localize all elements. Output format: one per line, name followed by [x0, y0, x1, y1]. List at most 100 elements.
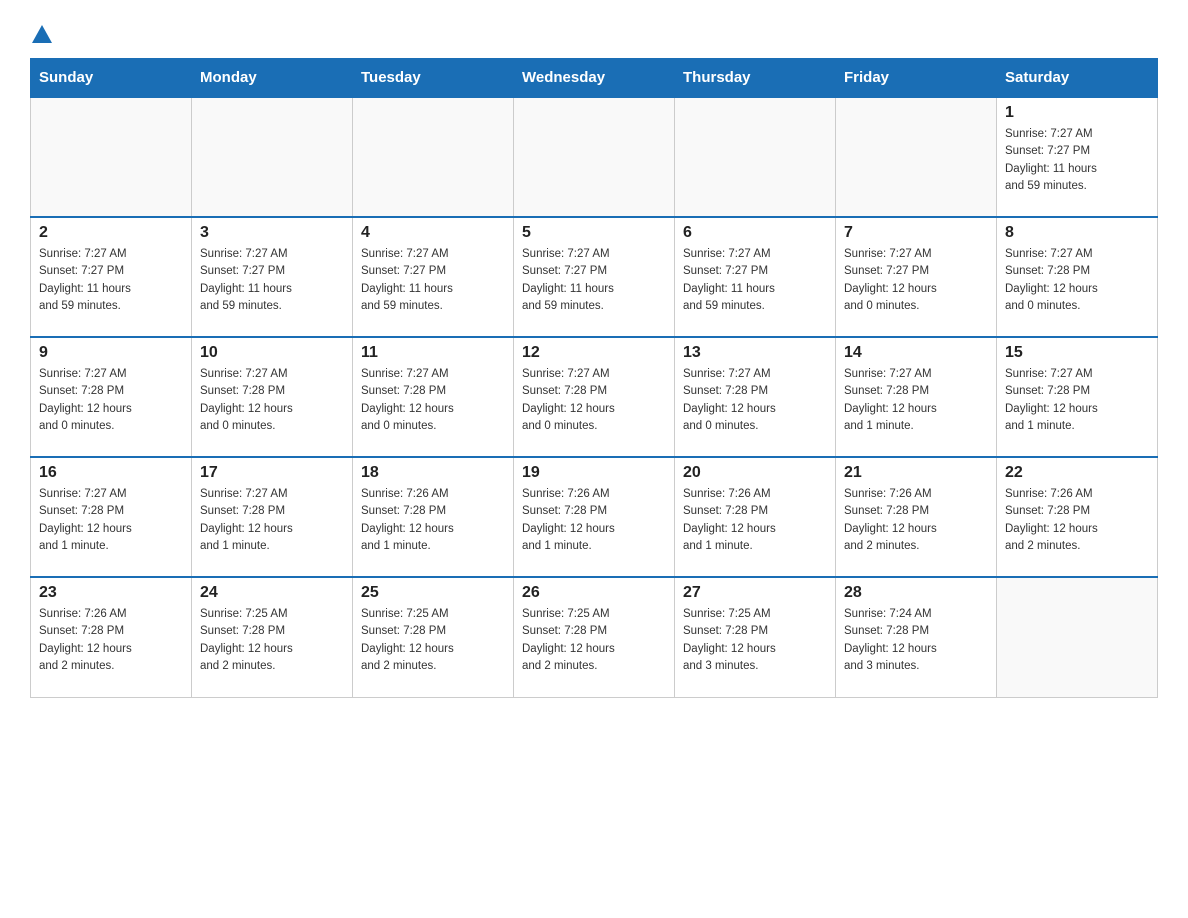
day-info: Sunrise: 7:27 AM Sunset: 7:28 PM Dayligh…	[39, 486, 183, 555]
day-info: Sunrise: 7:25 AM Sunset: 7:28 PM Dayligh…	[683, 606, 827, 675]
calendar-cell: 23 Sunrise: 7:26 AM Sunset: 7:28 PM Dayli…	[31, 577, 192, 697]
calendar-cell: 22 Sunrise: 7:26 AM Sunset: 7:28 PM Dayli…	[997, 457, 1158, 577]
day-number: 13	[683, 344, 827, 362]
day-number: 8	[1005, 224, 1149, 242]
calendar-cell	[997, 577, 1158, 697]
calendar-cell: 4 Sunrise: 7:27 AM Sunset: 7:27 PM Daylig…	[353, 217, 514, 337]
logo	[30, 20, 52, 48]
column-header-tuesday: Tuesday	[353, 59, 514, 98]
calendar-cell	[514, 97, 675, 217]
day-info: Sunrise: 7:25 AM Sunset: 7:28 PM Dayligh…	[361, 606, 505, 675]
day-info: Sunrise: 7:25 AM Sunset: 7:28 PM Dayligh…	[522, 606, 666, 675]
calendar-cell: 12 Sunrise: 7:27 AM Sunset: 7:28 PM Dayli…	[514, 337, 675, 457]
column-header-wednesday: Wednesday	[514, 59, 675, 98]
day-info: Sunrise: 7:27 AM Sunset: 7:28 PM Dayligh…	[1005, 246, 1149, 315]
page-header	[30, 20, 1158, 48]
day-info: Sunrise: 7:27 AM Sunset: 7:27 PM Dayligh…	[1005, 126, 1149, 195]
calendar-cell: 6Sunrise: 7:27 AM Sunset: 7:27 PM Daylig…	[675, 217, 836, 337]
day-number: 10	[200, 344, 344, 362]
day-number: 17	[200, 464, 344, 482]
calendar-cell: 14 Sunrise: 7:27 AM Sunset: 7:28 PM Dayli…	[836, 337, 997, 457]
day-info: Sunrise: 7:26 AM Sunset: 7:28 PM Dayligh…	[1005, 486, 1149, 555]
day-info: Sunrise: 7:27 AM Sunset: 7:28 PM Dayligh…	[522, 366, 666, 435]
column-header-monday: Monday	[192, 59, 353, 98]
calendar-cell: 1 Sunrise: 7:27 AM Sunset: 7:27 PM Daylig…	[997, 97, 1158, 217]
calendar-cell: 19 Sunrise: 7:26 AM Sunset: 7:28 PM Dayli…	[514, 457, 675, 577]
day-number: 20	[683, 464, 827, 482]
day-info: Sunrise: 7:26 AM Sunset: 7:28 PM Dayligh…	[844, 486, 988, 555]
column-header-saturday: Saturday	[997, 59, 1158, 98]
calendar-cell	[31, 97, 192, 217]
day-number: 7	[844, 224, 988, 242]
calendar-week-row: 16 Sunrise: 7:27 AM Sunset: 7:28 PM Dayli…	[31, 457, 1158, 577]
calendar-week-row: 1 Sunrise: 7:27 AM Sunset: 7:27 PM Daylig…	[31, 97, 1158, 217]
calendar-cell: 3 Sunrise: 7:27 AM Sunset: 7:27 PM Daylig…	[192, 217, 353, 337]
day-info: Sunrise: 7:26 AM Sunset: 7:28 PM Dayligh…	[522, 486, 666, 555]
calendar-cell: 25 Sunrise: 7:25 AM Sunset: 7:28 PM Dayli…	[353, 577, 514, 697]
calendar-cell: 10Sunrise: 7:27 AM Sunset: 7:28 PM Dayli…	[192, 337, 353, 457]
day-info: Sunrise: 7:27 AM Sunset: 7:27 PM Dayligh…	[200, 246, 344, 315]
calendar-cell: 20 Sunrise: 7:26 AM Sunset: 7:28 PM Dayli…	[675, 457, 836, 577]
calendar-week-row: 23 Sunrise: 7:26 AM Sunset: 7:28 PM Dayli…	[31, 577, 1158, 697]
calendar-cell: 15 Sunrise: 7:27 AM Sunset: 7:28 PM Dayli…	[997, 337, 1158, 457]
calendar-cell: 21 Sunrise: 7:26 AM Sunset: 7:28 PM Dayli…	[836, 457, 997, 577]
day-info: Sunrise: 7:26 AM Sunset: 7:28 PM Dayligh…	[39, 606, 183, 675]
day-number: 15	[1005, 344, 1149, 362]
calendar-cell: 9 Sunrise: 7:27 AM Sunset: 7:28 PM Daylig…	[31, 337, 192, 457]
day-number: 26	[522, 584, 666, 602]
day-info: Sunrise: 7:27 AM Sunset: 7:28 PM Dayligh…	[844, 366, 988, 435]
day-number: 11	[361, 344, 505, 362]
column-header-friday: Friday	[836, 59, 997, 98]
day-number: 21	[844, 464, 988, 482]
day-number: 16	[39, 464, 183, 482]
logo-triangle-icon	[32, 25, 52, 43]
calendar-week-row: 2Sunrise: 7:27 AM Sunset: 7:27 PM Daylig…	[31, 217, 1158, 337]
calendar-cell	[836, 97, 997, 217]
calendar-cell: 28 Sunrise: 7:24 AM Sunset: 7:28 PM Dayli…	[836, 577, 997, 697]
day-number: 19	[522, 464, 666, 482]
day-info: Sunrise: 7:27 AM Sunset: 7:27 PM Dayligh…	[683, 246, 827, 315]
day-number: 22	[1005, 464, 1149, 482]
day-info: Sunrise: 7:27 AM Sunset: 7:28 PM Dayligh…	[1005, 366, 1149, 435]
day-number: 28	[844, 584, 988, 602]
calendar-cell: 2Sunrise: 7:27 AM Sunset: 7:27 PM Daylig…	[31, 217, 192, 337]
calendar-cell: 5 Sunrise: 7:27 AM Sunset: 7:27 PM Daylig…	[514, 217, 675, 337]
day-number: 27	[683, 584, 827, 602]
column-header-thursday: Thursday	[675, 59, 836, 98]
day-number: 25	[361, 584, 505, 602]
day-info: Sunrise: 7:27 AM Sunset: 7:28 PM Dayligh…	[683, 366, 827, 435]
calendar-cell: 13 Sunrise: 7:27 AM Sunset: 7:28 PM Dayli…	[675, 337, 836, 457]
calendar-cell: 17Sunrise: 7:27 AM Sunset: 7:28 PM Dayli…	[192, 457, 353, 577]
day-info: Sunrise: 7:27 AM Sunset: 7:28 PM Dayligh…	[39, 366, 183, 435]
day-info: Sunrise: 7:26 AM Sunset: 7:28 PM Dayligh…	[361, 486, 505, 555]
calendar-table: SundayMondayTuesdayWednesdayThursdayFrid…	[30, 58, 1158, 698]
day-number: 5	[522, 224, 666, 242]
calendar-week-row: 9 Sunrise: 7:27 AM Sunset: 7:28 PM Daylig…	[31, 337, 1158, 457]
day-number: 4	[361, 224, 505, 242]
calendar-cell	[192, 97, 353, 217]
day-number: 3	[200, 224, 344, 242]
day-info: Sunrise: 7:25 AM Sunset: 7:28 PM Dayligh…	[200, 606, 344, 675]
day-info: Sunrise: 7:27 AM Sunset: 7:27 PM Dayligh…	[361, 246, 505, 315]
day-number: 14	[844, 344, 988, 362]
day-info: Sunrise: 7:27 AM Sunset: 7:28 PM Dayligh…	[361, 366, 505, 435]
calendar-cell: 7 Sunrise: 7:27 AM Sunset: 7:27 PM Daylig…	[836, 217, 997, 337]
day-number: 23	[39, 584, 183, 602]
calendar-cell: 26 Sunrise: 7:25 AM Sunset: 7:28 PM Dayli…	[514, 577, 675, 697]
calendar-cell: 24Sunrise: 7:25 AM Sunset: 7:28 PM Dayli…	[192, 577, 353, 697]
day-info: Sunrise: 7:24 AM Sunset: 7:28 PM Dayligh…	[844, 606, 988, 675]
day-info: Sunrise: 7:26 AM Sunset: 7:28 PM Dayligh…	[683, 486, 827, 555]
calendar-header-row: SundayMondayTuesdayWednesdayThursdayFrid…	[31, 59, 1158, 98]
day-number: 18	[361, 464, 505, 482]
calendar-cell	[675, 97, 836, 217]
calendar-cell: 16 Sunrise: 7:27 AM Sunset: 7:28 PM Dayli…	[31, 457, 192, 577]
calendar-cell: 27 Sunrise: 7:25 AM Sunset: 7:28 PM Dayli…	[675, 577, 836, 697]
day-number: 9	[39, 344, 183, 362]
column-header-sunday: Sunday	[31, 59, 192, 98]
day-info: Sunrise: 7:27 AM Sunset: 7:27 PM Dayligh…	[522, 246, 666, 315]
calendar-cell: 18 Sunrise: 7:26 AM Sunset: 7:28 PM Dayli…	[353, 457, 514, 577]
day-number: 12	[522, 344, 666, 362]
day-number: 1	[1005, 104, 1149, 122]
day-info: Sunrise: 7:27 AM Sunset: 7:27 PM Dayligh…	[39, 246, 183, 315]
day-info: Sunrise: 7:27 AM Sunset: 7:27 PM Dayligh…	[844, 246, 988, 315]
